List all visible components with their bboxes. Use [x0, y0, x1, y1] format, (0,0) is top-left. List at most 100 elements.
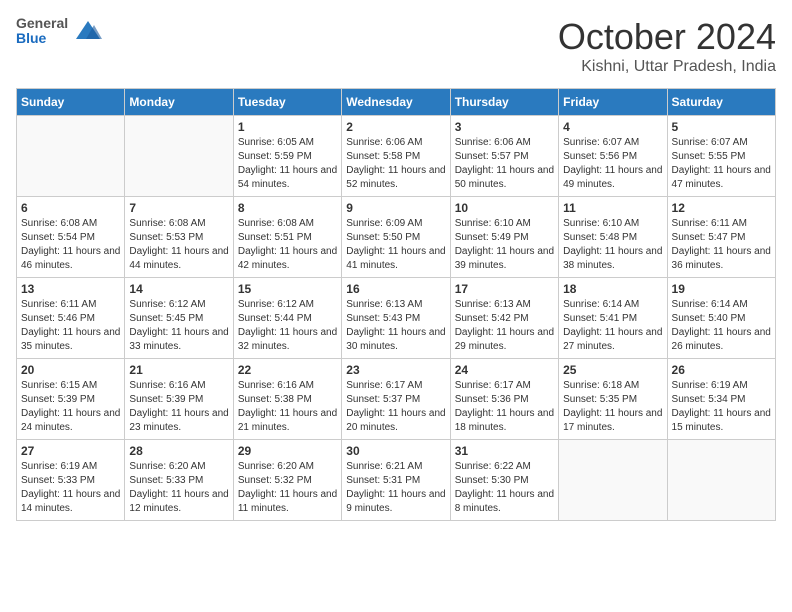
day-number: 17: [455, 282, 554, 296]
day-info: Sunrise: 6:17 AMSunset: 5:36 PMDaylight:…: [455, 379, 554, 435]
day-number: 14: [129, 282, 228, 296]
calendar-cell: 9Sunrise: 6:09 AMSunset: 5:50 PMDaylight…: [342, 197, 450, 278]
logo-text: General Blue: [16, 16, 68, 47]
calendar-cell: 28Sunrise: 6:20 AMSunset: 5:33 PMDayligh…: [125, 440, 233, 521]
calendar-cell: 17 Sunrise: 6:13 AMSunset: 5:42 PMDayligh…: [450, 278, 558, 359]
calendar-day-header: Sunday: [17, 89, 125, 116]
day-info: Sunrise: 6:13 AMSunset: 5:43 PMDaylight:…: [346, 298, 445, 354]
page-header: General Blue October 2024 Kishni, Uttar …: [16, 16, 776, 76]
day-number: 25: [563, 363, 662, 377]
calendar-cell: 14 Sunrise: 6:12 AMSunset: 5:45 PMDayligh…: [125, 278, 233, 359]
calendar-cell: 11 Sunrise: 6:10 AMSunset: 5:48 PMDayligh…: [559, 197, 667, 278]
day-number: 12: [672, 201, 771, 215]
calendar-cell: 4 Sunrise: 6:07 AMSunset: 5:56 PMDaylight…: [559, 116, 667, 197]
calendar-body: 1 Sunrise: 6:05 AMSunset: 5:59 PMDaylight…: [17, 116, 776, 521]
calendar-day-header: Friday: [559, 89, 667, 116]
day-number: 29: [238, 444, 337, 458]
day-number: 31: [455, 444, 554, 458]
calendar-cell: 19Sunrise: 6:14 AMSunset: 5:40 PMDayligh…: [667, 278, 775, 359]
logo-general: General: [16, 16, 68, 31]
calendar-cell: 24 Sunrise: 6:17 AMSunset: 5:36 PMDayligh…: [450, 359, 558, 440]
day-info: Sunrise: 6:19 AMSunset: 5:34 PMDaylight:…: [672, 379, 771, 435]
day-number: 4: [563, 120, 662, 134]
location: Kishni, Uttar Pradesh, India: [558, 58, 776, 76]
day-info: Sunrise: 6:20 AMSunset: 5:32 PMDaylight:…: [238, 460, 337, 516]
day-number: 2: [346, 120, 445, 134]
day-info: Sunrise: 6:06 AMSunset: 5:57 PMDaylight:…: [455, 136, 554, 192]
calendar-cell: 6Sunrise: 6:08 AMSunset: 5:54 PMDaylight…: [17, 197, 125, 278]
calendar-day-header: Thursday: [450, 89, 558, 116]
day-info: Sunrise: 6:07 AMSunset: 5:56 PMDaylight:…: [563, 136, 662, 192]
day-info: Sunrise: 6:08 AMSunset: 5:51 PMDaylight:…: [238, 217, 337, 273]
day-info: Sunrise: 6:11 AMSunset: 5:46 PMDaylight:…: [21, 298, 120, 354]
day-number: 13: [21, 282, 120, 296]
title-block: October 2024 Kishni, Uttar Pradesh, Indi…: [558, 16, 776, 76]
day-number: 24: [455, 363, 554, 377]
calendar-cell: 30 Sunrise: 6:21 AMSunset: 5:31 PMDayligh…: [342, 440, 450, 521]
day-info: Sunrise: 6:07 AMSunset: 5:55 PMDaylight:…: [672, 136, 771, 192]
month-title: October 2024: [558, 16, 776, 58]
day-info: Sunrise: 6:10 AMSunset: 5:48 PMDaylight:…: [563, 217, 662, 273]
calendar-cell: 15 Sunrise: 6:12 AMSunset: 5:44 PMDayligh…: [233, 278, 341, 359]
day-info: Sunrise: 6:12 AMSunset: 5:44 PMDaylight:…: [238, 298, 337, 354]
calendar-cell: 12Sunrise: 6:11 AMSunset: 5:47 PMDayligh…: [667, 197, 775, 278]
day-number: 15: [238, 282, 337, 296]
day-number: 22: [238, 363, 337, 377]
day-number: 11: [563, 201, 662, 215]
calendar-day-header: Monday: [125, 89, 233, 116]
day-number: 16: [346, 282, 445, 296]
calendar-cell: [559, 440, 667, 521]
calendar-cell: [17, 116, 125, 197]
day-info: Sunrise: 6:22 AMSunset: 5:30 PMDaylight:…: [455, 460, 554, 516]
calendar-day-header: Wednesday: [342, 89, 450, 116]
day-info: Sunrise: 6:05 AMSunset: 5:59 PMDaylight:…: [238, 136, 337, 192]
day-number: 27: [21, 444, 120, 458]
calendar-week-row: 27 Sunrise: 6:19 AMSunset: 5:33 PMDayligh…: [17, 440, 776, 521]
logo: General Blue: [16, 16, 102, 47]
day-info: Sunrise: 6:15 AMSunset: 5:39 PMDaylight:…: [21, 379, 120, 435]
calendar-cell: 7Sunrise: 6:08 AMSunset: 5:53 PMDaylight…: [125, 197, 233, 278]
calendar-cell: 21 Sunrise: 6:16 AMSunset: 5:39 PMDayligh…: [125, 359, 233, 440]
day-info: Sunrise: 6:18 AMSunset: 5:35 PMDaylight:…: [563, 379, 662, 435]
day-info: Sunrise: 6:06 AMSunset: 5:58 PMDaylight:…: [346, 136, 445, 192]
calendar-cell: 26 Sunrise: 6:19 AMSunset: 5:34 PMDayligh…: [667, 359, 775, 440]
day-number: 21: [129, 363, 228, 377]
day-info: Sunrise: 6:12 AMSunset: 5:45 PMDaylight:…: [129, 298, 228, 354]
day-number: 20: [21, 363, 120, 377]
day-info: Sunrise: 6:09 AMSunset: 5:50 PMDaylight:…: [346, 217, 445, 273]
calendar-cell: 18Sunrise: 6:14 AMSunset: 5:41 PMDayligh…: [559, 278, 667, 359]
calendar-cell: [667, 440, 775, 521]
calendar-day-header: Saturday: [667, 89, 775, 116]
calendar-cell: 20 Sunrise: 6:15 AMSunset: 5:39 PMDayligh…: [17, 359, 125, 440]
calendar-week-row: 20 Sunrise: 6:15 AMSunset: 5:39 PMDayligh…: [17, 359, 776, 440]
calendar-cell: 8Sunrise: 6:08 AMSunset: 5:51 PMDaylight…: [233, 197, 341, 278]
calendar-cell: 5Sunrise: 6:07 AMSunset: 5:55 PMDaylight…: [667, 116, 775, 197]
day-info: Sunrise: 6:17 AMSunset: 5:37 PMDaylight:…: [346, 379, 445, 435]
calendar-cell: 2 Sunrise: 6:06 AMSunset: 5:58 PMDaylight…: [342, 116, 450, 197]
day-info: Sunrise: 6:16 AMSunset: 5:39 PMDaylight:…: [129, 379, 228, 435]
day-info: Sunrise: 6:08 AMSunset: 5:54 PMDaylight:…: [21, 217, 120, 273]
day-info: Sunrise: 6:10 AMSunset: 5:49 PMDaylight:…: [455, 217, 554, 273]
day-number: 19: [672, 282, 771, 296]
calendar-week-row: 13 Sunrise: 6:11 AMSunset: 5:46 PMDayligh…: [17, 278, 776, 359]
day-number: 28: [129, 444, 228, 458]
day-number: 7: [129, 201, 228, 215]
calendar-cell: 13 Sunrise: 6:11 AMSunset: 5:46 PMDayligh…: [17, 278, 125, 359]
day-number: 30: [346, 444, 445, 458]
logo-blue: Blue: [16, 31, 68, 46]
day-info: Sunrise: 6:21 AMSunset: 5:31 PMDaylight:…: [346, 460, 445, 516]
calendar-cell: 22Sunrise: 6:16 AMSunset: 5:38 PMDayligh…: [233, 359, 341, 440]
calendar-week-row: 6Sunrise: 6:08 AMSunset: 5:54 PMDaylight…: [17, 197, 776, 278]
day-info: Sunrise: 6:14 AMSunset: 5:41 PMDaylight:…: [563, 298, 662, 354]
calendar-cell: 23 Sunrise: 6:17 AMSunset: 5:37 PMDayligh…: [342, 359, 450, 440]
calendar-cell: 25 Sunrise: 6:18 AMSunset: 5:35 PMDayligh…: [559, 359, 667, 440]
day-info: Sunrise: 6:13 AMSunset: 5:42 PMDaylight:…: [455, 298, 554, 354]
day-number: 1: [238, 120, 337, 134]
day-number: 26: [672, 363, 771, 377]
calendar-week-row: 1 Sunrise: 6:05 AMSunset: 5:59 PMDaylight…: [17, 116, 776, 197]
day-info: Sunrise: 6:19 AMSunset: 5:33 PMDaylight:…: [21, 460, 120, 516]
calendar-cell: 31 Sunrise: 6:22 AMSunset: 5:30 PMDayligh…: [450, 440, 558, 521]
day-number: 3: [455, 120, 554, 134]
calendar-cell: [125, 116, 233, 197]
day-number: 23: [346, 363, 445, 377]
